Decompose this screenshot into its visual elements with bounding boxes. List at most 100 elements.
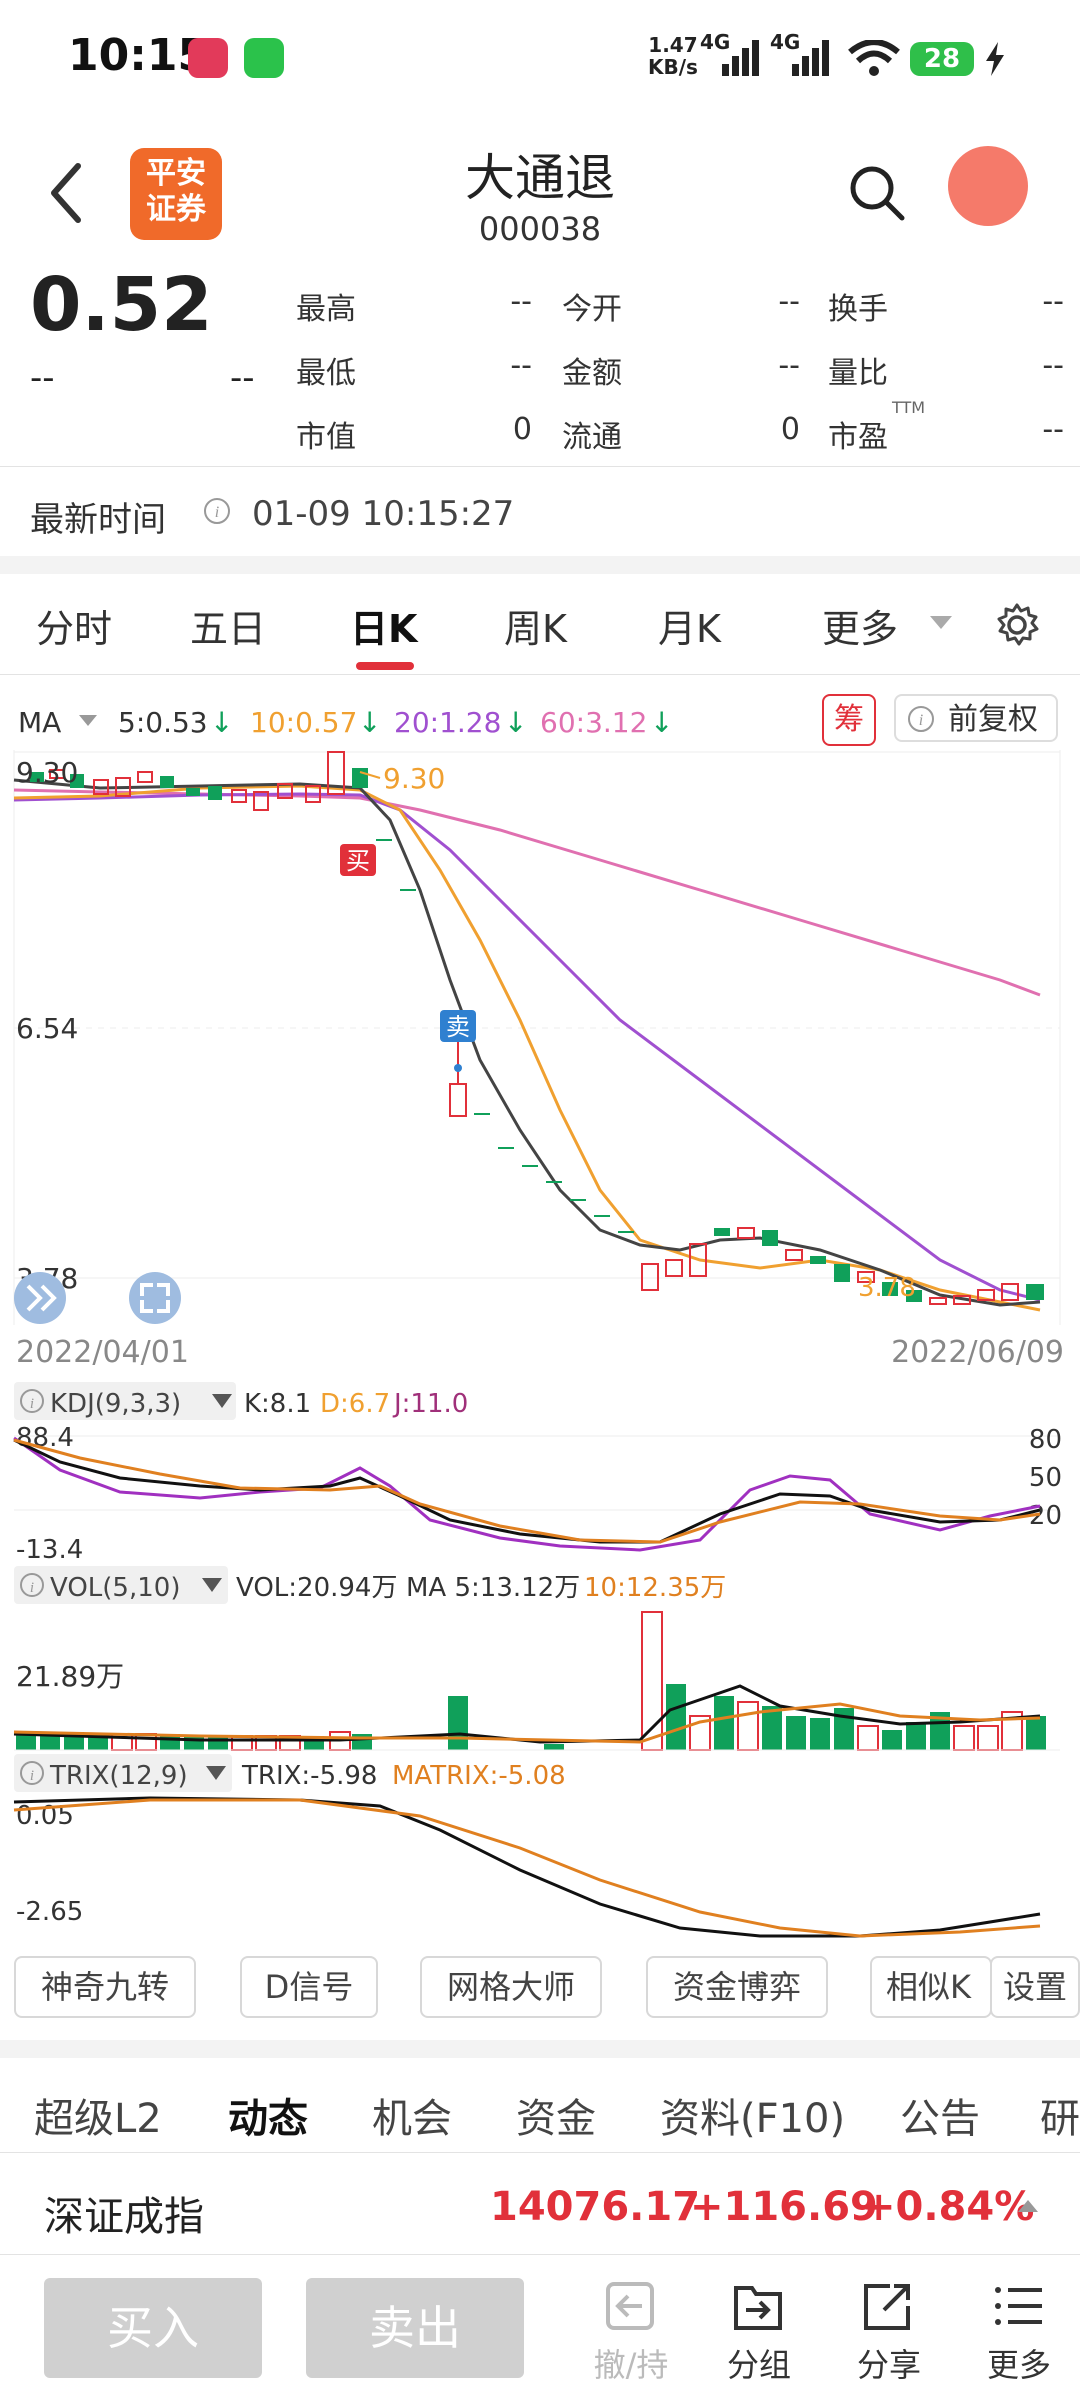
stock-name: 大通退 — [465, 149, 615, 207]
sell-marker: 卖 — [446, 1013, 470, 1041]
field-value-pe: -- — [1042, 412, 1064, 447]
field-value-low: -- — [510, 348, 532, 383]
tab-funds[interactable]: 资金 — [516, 2086, 596, 2144]
kdj-panel: i KDJ(9,3,3) K:8.1 D:6.7 J:11.0 88.4 -13… — [13, 1382, 1062, 1565]
signal-icon-2 — [792, 40, 829, 76]
price-change: -- — [30, 358, 55, 398]
more-button[interactable]: 更多 — [964, 2340, 1074, 2386]
tool-grid-master[interactable]: 网格大师 — [420, 1956, 602, 2018]
svg-text:i: i — [919, 712, 923, 729]
ma10-down-arrow-icon: ↓ — [358, 706, 382, 739]
charging-icon — [986, 42, 1004, 76]
cancel-hold-button[interactable]: 撤/持 — [576, 2340, 686, 2386]
message-icon — [244, 38, 284, 78]
tab-monthly-k[interactable]: 月K — [658, 598, 721, 653]
field-value-open: -- — [778, 284, 800, 319]
field-label-amount: 金额 — [562, 356, 622, 391]
volume-panel: i VOL(5,10) VOL:20.94万 MA 5:13.12万 10:12… — [13, 1566, 1060, 1751]
tab-more[interactable]: 更多 — [822, 598, 898, 653]
latest-time: 01-09 10:15:27 — [252, 494, 515, 534]
more-list-icon — [995, 2287, 1042, 2325]
stock-code: 000038 — [478, 210, 602, 248]
assistant-avatar[interactable] — [948, 146, 1028, 226]
cancel-hold-icon — [606, 2282, 654, 2330]
tab-weekly-k[interactable]: 周K — [504, 598, 567, 653]
tab-super-l2[interactable]: 超级L2 — [34, 2086, 162, 2144]
tab-opportunity[interactable]: 机会 — [372, 2086, 452, 2144]
chevron-down-icon — [930, 616, 952, 629]
svg-text:i: i — [30, 1580, 34, 1596]
vol-value: VOL:20.94万 — [236, 1573, 397, 1603]
tool-nine-turn[interactable]: 神奇九转 — [14, 1956, 196, 2018]
tab-announcement[interactable]: 公告 — [900, 2086, 980, 2144]
field-value-market-cap: 0 — [512, 412, 532, 447]
ma60-line — [13, 788, 1041, 997]
tab-research[interactable]: 研 — [1040, 2086, 1080, 2144]
ma5-line — [13, 778, 1041, 1307]
sell-button[interactable]: 卖出 — [306, 2278, 524, 2378]
tab-f10[interactable]: 资料(F10) — [660, 2086, 845, 2144]
tab-news[interactable]: 动态 — [228, 2086, 308, 2144]
vol-label[interactable]: VOL(5,10) — [50, 1573, 180, 1603]
volume-bars — [16, 1611, 1046, 1751]
net-speed: 1.47 KB/s — [648, 33, 698, 79]
ma60-down-arrow-icon: ↓ — [650, 706, 674, 739]
status-bar: 10:15 1.47 KB/s 4G 4G 28 — [0, 0, 1080, 120]
svg-text:i: i — [215, 504, 219, 521]
settings-gear-icon[interactable] — [994, 602, 1040, 648]
index-change: +116.69 — [690, 2184, 878, 2230]
tool-similar-k[interactable]: 相似K — [870, 1956, 992, 2018]
index-name: 深证成指 — [44, 2194, 204, 2240]
price-change-pct: -- — [230, 358, 255, 398]
field-value-turnover: -- — [1042, 284, 1064, 319]
field-label-turnover: 换手 — [828, 292, 888, 327]
tool-settings[interactable]: 设置 — [990, 1956, 1080, 2018]
tool-d-signal[interactable]: D信号 — [240, 1956, 378, 2018]
index-change-pct: +0.84% — [862, 2184, 1035, 2230]
trix-value: TRIX:-5.98 — [241, 1761, 377, 1791]
wifi-icon — [848, 40, 900, 76]
share-button[interactable]: 分享 — [834, 2340, 944, 2386]
search-icon[interactable] — [848, 164, 906, 222]
y-label-mid: 6.54 — [16, 1012, 78, 1045]
ma20-down-arrow-icon: ↓ — [504, 706, 528, 739]
ma5-down-arrow-icon: ↓ — [210, 706, 234, 739]
field-value-amount: -- — [778, 348, 800, 383]
vol-y-label: 21.89万 — [16, 1660, 124, 1693]
adjust-info-icon: i — [908, 706, 934, 732]
ma-dropdown-icon — [79, 715, 97, 726]
field-label-volume-ratio: 量比 — [828, 356, 888, 391]
chip-button[interactable]: 筹 — [822, 694, 876, 746]
field-value-volume-ratio: -- — [1042, 348, 1064, 383]
expand-up-icon[interactable] — [1016, 2196, 1040, 2214]
tool-fund-game[interactable]: 资金博弈 — [646, 1956, 828, 2018]
kdj-label[interactable]: KDJ(9,3,3) — [50, 1389, 181, 1419]
latest-time-label: 最新时间 — [30, 500, 166, 540]
group-button[interactable]: 分组 — [704, 2340, 814, 2386]
high-marker: 9.30 — [383, 762, 445, 795]
kline-chart-area[interactable]: 买 卖 9.30 3.78 9.30 6.54 3.78 2022/04/01 … — [0, 750, 1080, 1940]
fullscreen-button[interactable] — [129, 1272, 181, 1324]
tab-daily-k[interactable]: 日K — [350, 598, 417, 653]
ma20-line — [13, 792, 1041, 1302]
tab-five-day[interactable]: 五日 — [190, 598, 266, 653]
trix-y-bottom: -2.65 — [16, 1897, 83, 1927]
ma10-line — [13, 784, 1041, 1312]
info-icon[interactable]: i — [202, 496, 232, 526]
ma20-value: 20:1.28 — [394, 706, 502, 739]
kdj-k: K:8.1 — [244, 1389, 311, 1419]
kdj-r80: 80 — [1029, 1425, 1062, 1455]
tab-intraday[interactable]: 分时 — [36, 598, 112, 653]
kdj-j: J:11.0 — [392, 1389, 468, 1419]
index-value: 14076.17 — [490, 2184, 701, 2230]
y-label-top: 9.30 — [16, 756, 78, 789]
ma60-value: 60:3.12 — [540, 706, 648, 739]
battery-indicator: 28 — [910, 42, 974, 76]
trix-label[interactable]: TRIX(12,9) — [49, 1761, 188, 1791]
matrix-value: MATRIX:-5.08 — [392, 1761, 566, 1791]
field-label-market-cap: 市值 — [296, 420, 356, 455]
buy-button[interactable]: 买入 — [44, 2278, 262, 2378]
ma-selector[interactable]: MA — [18, 706, 61, 739]
ma5-value: 5:0.53 — [118, 706, 208, 739]
field-label-pe: 市盈 — [828, 420, 888, 455]
